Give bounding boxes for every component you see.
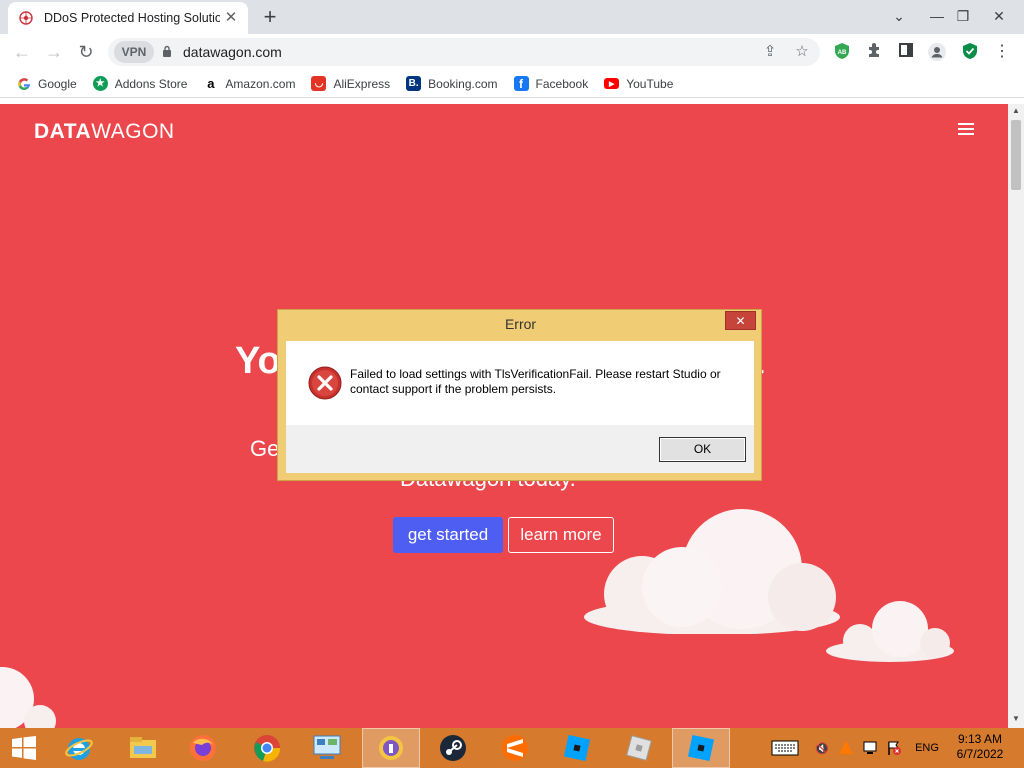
action-center-flag-icon[interactable] (884, 728, 904, 768)
bookmark-label: Amazon.com (225, 76, 296, 91)
roblox-icon[interactable] (610, 728, 668, 768)
share-icon[interactable]: ⇪ (760, 42, 780, 62)
adblock-extension-icon[interactable]: AB (832, 42, 852, 62)
back-icon[interactable]: ← (10, 40, 34, 64)
logo-light-text: WAGON (91, 120, 175, 143)
url-text[interactable]: datawagon.com (183, 44, 282, 60)
error-icon (308, 366, 342, 400)
network-tray-icon[interactable] (860, 728, 880, 768)
bookmark-label: Addons Store (114, 76, 188, 91)
dialog-message: Failed to load settings with TlsVerifica… (350, 367, 721, 396)
browser-menu-icon[interactable]: ⋮ (992, 42, 1012, 62)
bookmark-label: Booking.com (428, 76, 498, 91)
tab-title: DDoS Protected Hosting Solution (44, 11, 220, 25)
keepass-icon[interactable] (362, 728, 420, 768)
restore-icon[interactable]: ❐ (948, 4, 978, 28)
clock-date: 6/7/2022 (956, 747, 1004, 761)
reload-icon[interactable]: ↻ (74, 40, 98, 64)
system-clock[interactable]: 9:13 AM 6/7/2022 (950, 732, 1010, 762)
cloud-large (584, 509, 840, 634)
forward-icon[interactable]: → (42, 40, 66, 64)
sublime-icon[interactable] (486, 728, 544, 768)
aliexpress-icon: ◡ (311, 76, 327, 91)
lock-icon[interactable] (162, 45, 172, 57)
scroll-down-icon[interactable]: ▼ (1008, 712, 1024, 726)
clock-time: 9:13 AM (957, 732, 1003, 746)
bookmark-label: YouTube (626, 76, 674, 91)
booking-icon: B. (406, 76, 422, 91)
start-button[interactable] (0, 728, 48, 768)
ok-button[interactable]: OK (659, 437, 746, 462)
window-close-icon[interactable]: ✕ (984, 4, 1014, 28)
scroll-thumb[interactable] (1011, 120, 1021, 190)
dialog-body: Failed to load settings with TlsVerifica… (286, 341, 754, 473)
dialog-title: Error (504, 316, 537, 332)
bookmark-youtube[interactable]: ▶ YouTube (604, 77, 673, 91)
touch-keyboard-icon[interactable] (768, 728, 802, 768)
dialog-footer: OK (286, 425, 754, 473)
site-favicon-icon (18, 10, 34, 26)
adblock-label: AB (838, 50, 847, 56)
logo-bold-text: DATA (34, 120, 92, 143)
tab-search-icon[interactable]: ⌄ (884, 4, 914, 28)
tab-strip: DDoS Protected Hosting Solution ✕ + ⌄ — … (0, 0, 1024, 34)
bookmark-booking[interactable]: B. Booking.com (406, 76, 498, 91)
internet-explorer-icon[interactable] (50, 728, 108, 768)
avast-tray-icon[interactable] (836, 728, 856, 768)
hamburger-menu-icon[interactable] (958, 123, 974, 135)
file-explorer-icon[interactable] (114, 728, 172, 768)
volume-muted-icon[interactable]: 🔇 (812, 728, 832, 768)
browser-toolbar: ← → ↻ VPN datawagon.com ⇪ ☆ AB ⋮ (0, 34, 1024, 70)
addons-store-icon: ★ (92, 76, 108, 91)
facebook-icon: f (513, 76, 529, 91)
bookmark-google[interactable]: Google (16, 76, 77, 91)
vpn-badge[interactable]: VPN (114, 41, 154, 63)
cloud-corner (0, 667, 56, 728)
extensions-puzzle-icon[interactable] (864, 42, 884, 62)
language-indicator[interactable]: ENG (908, 728, 946, 768)
browser-tab[interactable]: DDoS Protected Hosting Solution ✕ (8, 2, 248, 34)
firefox-icon[interactable] (174, 728, 232, 768)
windows-taskbar: 🔇 ENG 9:13 AM 6/7/2022 (0, 728, 1024, 768)
scroll-up-icon[interactable]: ▲ (1008, 104, 1024, 118)
cloud-small (826, 601, 954, 662)
datawagon-logo[interactable]: DATAWAGON (34, 120, 175, 144)
profile-avatar-icon[interactable] (927, 42, 947, 62)
bookmark-addons-store[interactable]: ★ Addons Store (92, 76, 188, 91)
amazon-icon: a (207, 76, 215, 91)
new-tab-button[interactable]: + (258, 6, 282, 30)
control-panel-icon[interactable] (298, 728, 356, 768)
bookmark-amazon[interactable]: a Amazon.com (203, 76, 295, 91)
google-icon (16, 76, 31, 91)
address-bar[interactable]: VPN datawagon.com ⇪ ☆ (108, 38, 820, 66)
dialog-close-button[interactable]: ✕ (725, 311, 756, 330)
bookmark-label: Google (38, 76, 77, 91)
windows-logo-icon (12, 736, 36, 760)
youtube-icon: ▶ (604, 78, 620, 89)
bookmark-label: AliExpress (333, 76, 391, 91)
security-shield-icon[interactable] (960, 42, 980, 62)
hero-subtitle: Ge (250, 436, 280, 461)
bookmark-label: Facebook (535, 76, 589, 91)
page-scrollbar[interactable]: ▲ ▼ (1008, 104, 1024, 728)
chrome-icon[interactable] (238, 728, 296, 768)
roblox-studio-active-icon[interactable] (672, 728, 730, 768)
error-dialog: Error ✕ Failed to load settings with Tls… (277, 309, 762, 481)
bookmark-aliexpress[interactable]: ◡ AliExpress (311, 76, 390, 91)
tab-close-icon[interactable]: ✕ (222, 9, 240, 27)
roblox-studio-icon[interactable] (548, 728, 606, 768)
side-panel-icon[interactable] (896, 42, 916, 62)
get-started-button[interactable]: get started (393, 517, 503, 553)
bookmarks-bar: Google ★ Addons Store a Amazon.com ◡ Ali… (0, 70, 1024, 98)
bookmark-star-icon[interactable]: ☆ (792, 42, 812, 62)
steam-icon[interactable] (424, 728, 482, 768)
bookmark-facebook[interactable]: f Facebook (513, 76, 589, 91)
hero-title: Yo (235, 340, 281, 382)
